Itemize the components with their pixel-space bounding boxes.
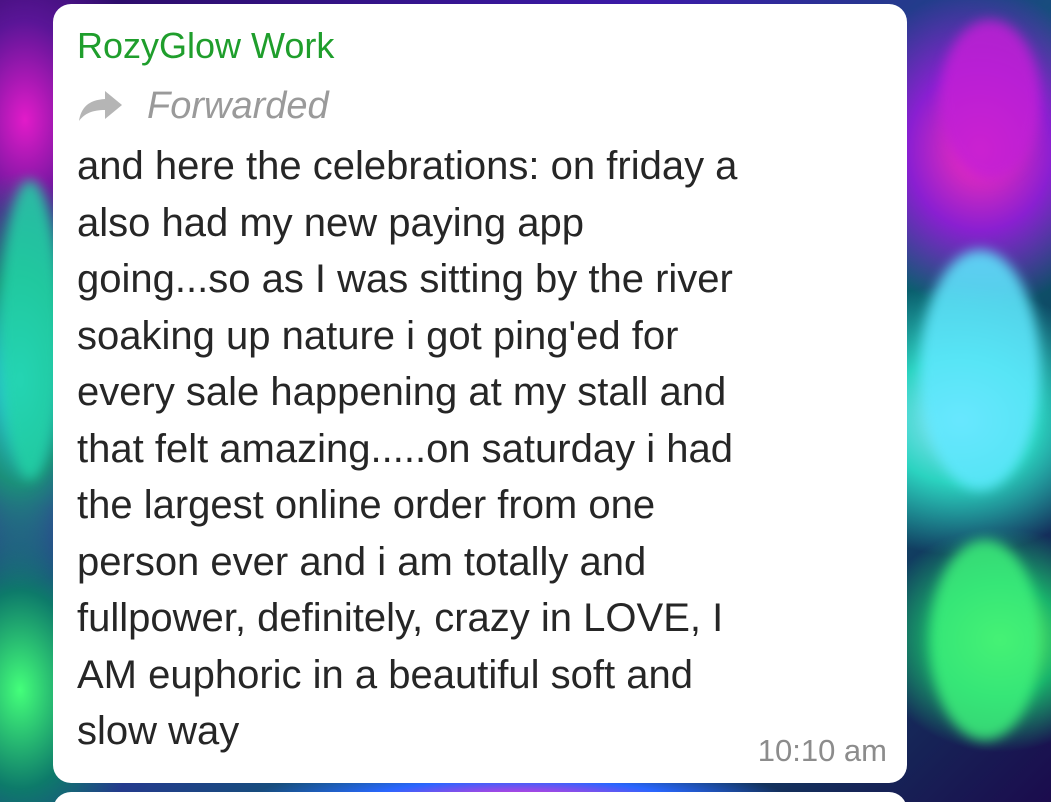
background-wallpaper-blob — [0, 180, 60, 480]
sender-name[interactable]: RozyGlow Work — [77, 26, 883, 66]
message-line: fullpower, definitely, crazy in LOVE, I — [77, 596, 724, 640]
message-line: and here the celebrations: on friday a — [77, 144, 738, 188]
message-timestamp: 10:10 am — [757, 733, 887, 768]
message-line: that felt amazing.....on saturday i had — [77, 426, 733, 471]
message-line: every sale happening at my stall and — [77, 370, 727, 414]
message-body: and here the celebrations: on friday a a… — [77, 138, 877, 760]
chat-message-bubble[interactable]: RozyGlow Work Forwarded and here the cel… — [53, 4, 907, 783]
message-line: the largest online order from one — [77, 483, 656, 527]
background-wallpaper-blob — [930, 540, 1040, 740]
message-line: going...so as I was sitting by the river — [77, 257, 733, 301]
message-line: person ever and i am totally and — [77, 539, 647, 584]
forward-arrow-icon — [77, 88, 125, 124]
forwarded-indicator: Forwarded — [77, 84, 883, 128]
next-message-bubble[interactable] — [53, 792, 907, 802]
forwarded-label: Forwarded — [147, 85, 329, 127]
background-wallpaper-blob — [940, 20, 1040, 180]
message-line: also had my new paying app — [77, 200, 584, 245]
message-line: soaking up nature i got ping'ed for — [77, 313, 679, 358]
message-line: AM euphoric in a beautiful soft and — [77, 652, 693, 697]
background-wallpaper-blob — [920, 250, 1040, 490]
